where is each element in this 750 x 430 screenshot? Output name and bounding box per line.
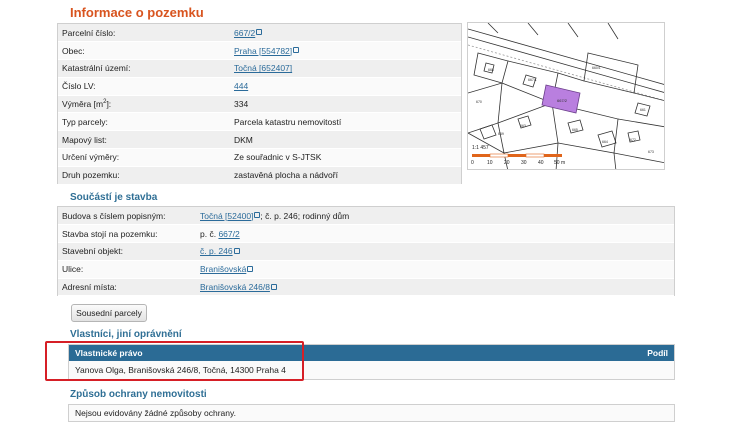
row-label: Ulice: xyxy=(58,260,196,279)
table-row: Budova s číslem popisným: Točná [52400];… xyxy=(58,207,674,226)
map-label: 668 xyxy=(488,68,494,72)
row-value: Parcela katastru nemovitostí xyxy=(230,112,461,132)
row-value: p. č. 667/2 xyxy=(196,224,674,244)
protection-text: Nejsou evidovány žádné způsoby ochrany. xyxy=(75,408,236,418)
parcel-link[interactable]: 667/2 xyxy=(218,229,239,239)
row-value[interactable]: 444 xyxy=(230,77,461,96)
row-value: Točná [52400] ; č. p. 246; rodinný dům xyxy=(196,207,674,226)
parcel-prefix: p. č. xyxy=(200,228,219,239)
street-link[interactable]: Branišovská xyxy=(200,264,246,274)
page-title: Informace o pozemku xyxy=(70,5,204,20)
building-info-table: Budova s číslem popisným: Točná [52400];… xyxy=(57,206,675,297)
address-link[interactable]: Branišovská 246/8 xyxy=(200,282,270,292)
row-label: Stavba stojí na pozemku: xyxy=(58,224,196,244)
map-scale-bar xyxy=(472,153,562,158)
row-label: Typ parcely: xyxy=(58,112,230,132)
table-row: Stavba stojí na pozemku: p. č. 667/2 xyxy=(58,224,674,244)
parcel-number-link[interactable]: 667/2 xyxy=(234,28,255,38)
row-label: Stavební objekt: xyxy=(58,242,196,261)
row-label: Číslo LV: xyxy=(58,77,230,96)
row-value: zastavěná plocha a nádvoří xyxy=(230,166,461,185)
external-link-icon xyxy=(256,29,263,36)
row-label: Budova s číslem popisným: xyxy=(58,207,196,226)
building-section-title: Součástí je stavba xyxy=(70,192,158,203)
map-label: 663 xyxy=(520,124,526,128)
map-label: 670 xyxy=(476,100,482,104)
ownership-section-title: Vlastníci, jiní oprávnění xyxy=(70,329,182,340)
protection-section-title: Způsob ochrany nemovitosti xyxy=(70,389,207,400)
row-label: Parcelní číslo: xyxy=(58,24,230,43)
scale-tick: 0 xyxy=(471,160,474,166)
area-label: Výměra [m xyxy=(62,99,104,110)
scale-tick: 40 xyxy=(538,160,544,166)
row-label: Katastrální území: xyxy=(58,59,230,78)
external-link-icon xyxy=(270,283,277,290)
map-scale-ticks: 0 10 20 30 40 50 m xyxy=(471,160,565,166)
owner-highlight-box xyxy=(45,341,304,381)
table-row: Adresní místa: Branišovská 246/8 xyxy=(58,278,674,297)
row-label: Určení výměry: xyxy=(58,148,230,167)
cadastral-area-link[interactable]: Točná [652407] xyxy=(234,63,292,73)
table-row: Číslo LV: 444 xyxy=(58,77,461,96)
table-row: Typ parcely: Parcela katastru nemovitost… xyxy=(58,112,461,132)
row-value: Branišovská 246/8 xyxy=(196,278,674,297)
protection-info: Nejsou evidovány žádné způsoby ochrany. xyxy=(68,404,675,422)
row-value: 334 xyxy=(230,95,461,114)
row-label: Výměra [m2]: xyxy=(58,95,230,114)
row-value: Ze souřadnic v S-JTSK xyxy=(230,148,461,167)
table-row: Stavební objekt: č. p. 246 xyxy=(58,242,674,261)
row-value[interactable]: 667/2 xyxy=(230,24,461,43)
table-row: Mapový list: DKM xyxy=(58,130,461,150)
table-row: Parcelní číslo: 667/2 xyxy=(58,24,461,43)
building-desc: ; č. p. 246; rodinný dům xyxy=(260,210,350,221)
table-row: Obec: Praha [554782] xyxy=(58,41,461,61)
row-value[interactable]: Točná [652407] xyxy=(230,59,461,78)
scale-tick: 30 xyxy=(521,160,527,166)
map-label: 661 xyxy=(640,108,646,112)
map-label: 664 xyxy=(602,140,608,144)
parcel-info-table: Parcelní číslo: 667/2 Obec: Praha [55478… xyxy=(57,23,462,185)
neighbor-parcels-button[interactable]: Sousední parcely xyxy=(71,304,147,322)
table-row: Druh pozemku: zastavěná plocha a nádvoří xyxy=(58,166,461,185)
row-value: DKM xyxy=(230,130,461,150)
scale-tick: 50 m xyxy=(554,160,565,166)
row-label: Obec: xyxy=(58,41,230,61)
external-link-icon xyxy=(247,266,254,273)
building-object-link[interactable]: č. p. 246 xyxy=(200,246,233,256)
map-label: 669 xyxy=(498,132,504,136)
building-link[interactable]: Točná [52400] xyxy=(200,211,253,221)
row-value: č. p. 246 xyxy=(196,242,674,261)
area-label-end: ]: xyxy=(106,99,112,110)
table-row: Katastrální území: Točná [652407] xyxy=(58,59,461,78)
map-scale-label: 1:1 457 xyxy=(472,145,489,151)
external-link-icon xyxy=(293,47,300,54)
row-label: Druh pozemku: xyxy=(58,166,230,185)
map-label: 660/1 xyxy=(592,66,601,70)
cadastral-map[interactable]: 667/2 667/1 668 669 660/1 663 665 664 66… xyxy=(467,22,665,170)
map-label: 667/1 xyxy=(528,78,537,82)
ownership-share-header: Podíl xyxy=(647,348,668,358)
map-label: 673 xyxy=(648,150,654,154)
row-label: Mapový list: xyxy=(58,130,230,150)
external-link-icon xyxy=(254,212,261,219)
lv-number-link[interactable]: 444 xyxy=(234,81,248,91)
row-value[interactable]: Praha [554782] xyxy=(230,41,461,61)
scale-tick: 20 xyxy=(504,160,510,166)
municipality-link[interactable]: Praha [554782] xyxy=(234,46,292,56)
map-label: 672 xyxy=(630,138,636,142)
row-value: Branišovská xyxy=(196,260,674,279)
map-label: 665 xyxy=(572,128,578,132)
table-row: Ulice: Branišovská xyxy=(58,260,674,279)
cadastral-map-svg: 667/2 667/1 668 669 660/1 663 665 664 66… xyxy=(468,23,664,169)
parcel-map-label: 667/2 xyxy=(557,98,568,103)
table-row: Výměra [m2]: 334 xyxy=(58,95,461,114)
external-link-icon xyxy=(233,248,240,255)
table-row: Určení výměry: Ze souřadnic v S-JTSK xyxy=(58,148,461,167)
row-label: Adresní místa: xyxy=(58,278,196,297)
scale-tick: 10 xyxy=(487,160,493,166)
